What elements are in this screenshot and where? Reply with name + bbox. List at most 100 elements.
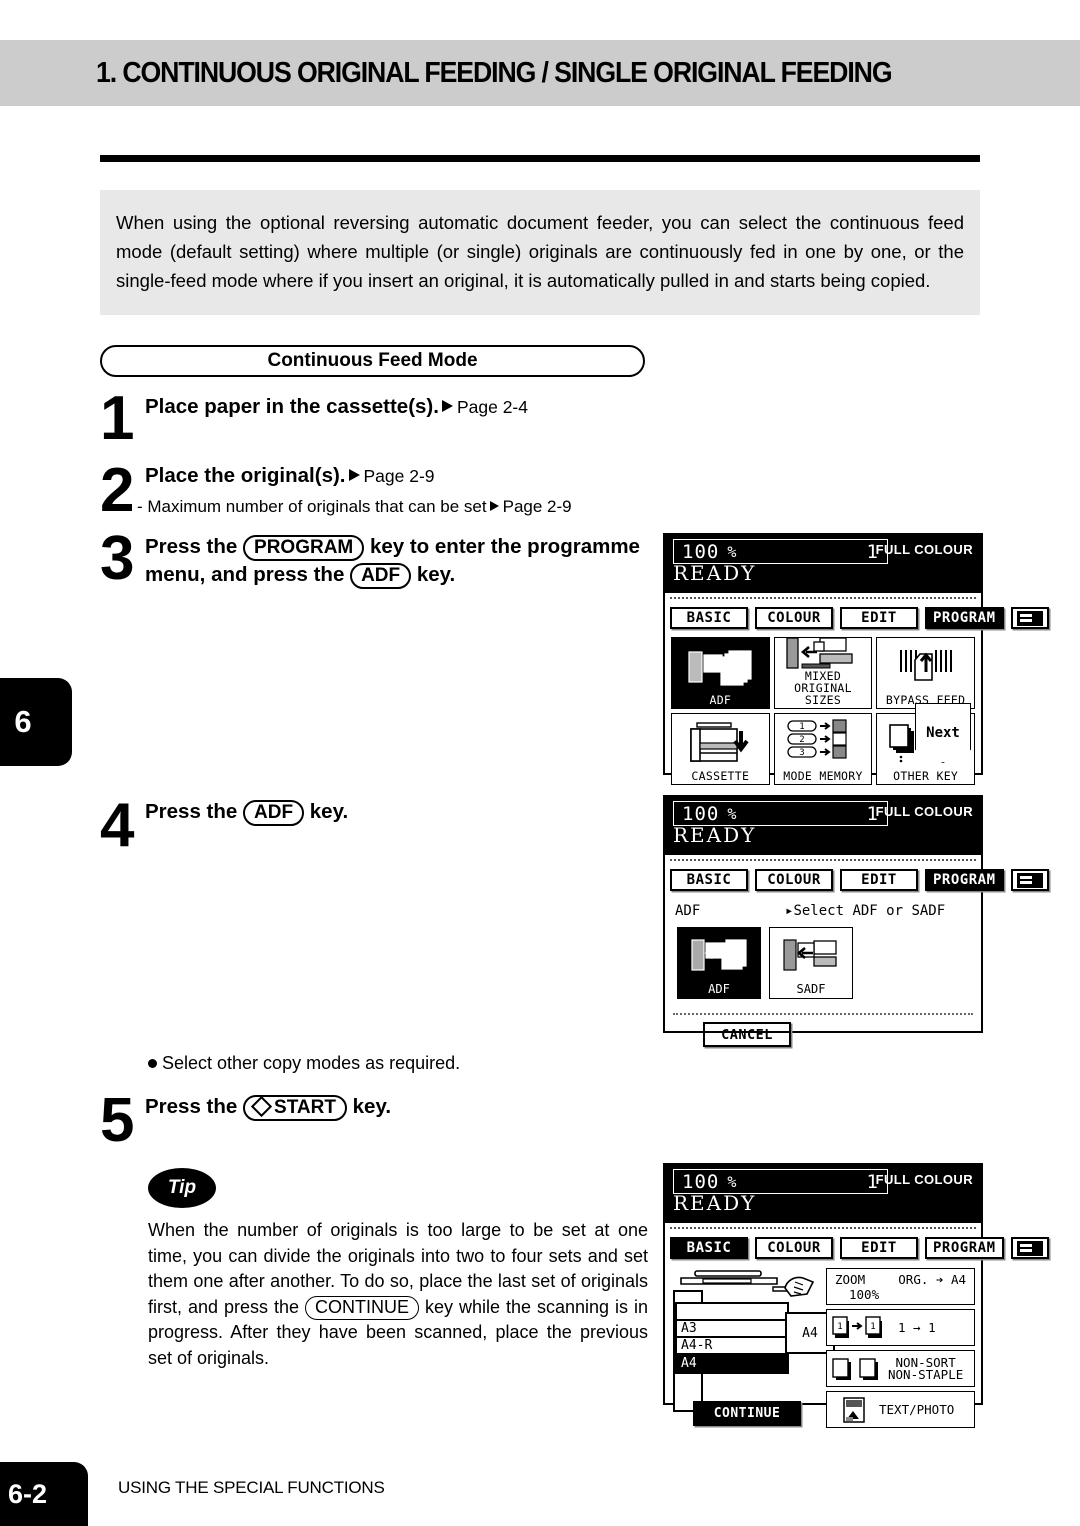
lcd-panel-program-menu[interactable]: 100 % 1 FULL COLOUR READY BASIC COLOUR E… bbox=[663, 533, 1049, 785]
lcd3-cassette-a4[interactable]: A4 bbox=[677, 1355, 787, 1372]
header-rule bbox=[100, 155, 980, 162]
lcd3-tab-row[interactable]: BASIC COLOUR EDIT PROGRAM bbox=[670, 1227, 1049, 1263]
start-key-capsule: START bbox=[243, 1095, 347, 1121]
lcd1-tab-colour[interactable]: COLOUR bbox=[755, 607, 833, 629]
start-key-label: START bbox=[274, 1097, 336, 1118]
lcd3-tab-basic[interactable]: BASIC bbox=[670, 1237, 748, 1259]
svg-text:1: 1 bbox=[837, 1322, 842, 1332]
intro-text: When using the optional reversing automa… bbox=[116, 212, 964, 291]
lcd1-button-cassette[interactable]: CASSETTE bbox=[671, 713, 770, 785]
lcd1-status-text: READY bbox=[673, 561, 757, 585]
lcd3-settings-column[interactable]: ZOOM 100% ORG. ➔ A4 1 1 1 → 1 NON-SORT N… bbox=[826, 1268, 975, 1428]
lcd-panel-adf-select[interactable]: 100 % 1 FULL COLOUR READY BASIC COLOUR E… bbox=[663, 795, 1049, 1047]
lcd1-button-bypass-feed[interactable]: BYPASS FEED bbox=[876, 637, 975, 709]
step-3-text-c: menu, and press the bbox=[145, 563, 345, 586]
lcd3-zoom-org-target: ORG. ➔ A4 bbox=[898, 1272, 966, 1287]
lcd3-tab-edit[interactable]: EDIT bbox=[840, 1237, 918, 1259]
step-5-body: Press the START key. bbox=[145, 1093, 625, 1121]
lcd1-tab-basic[interactable]: BASIC bbox=[670, 607, 748, 629]
lcd2-button-sadf[interactable]: SADF bbox=[769, 927, 853, 999]
mixed-label-line2: ORIGINAL SIZES bbox=[794, 681, 852, 707]
lcd1-percent-symbol: % bbox=[727, 542, 737, 561]
lcd3-zoom-setting[interactable]: ZOOM 100% ORG. ➔ A4 bbox=[826, 1268, 975, 1305]
lcd1-button-mode-memory[interactable]: 1 2 3 MODE MEMORY bbox=[773, 713, 873, 785]
lcd1-button-mixed-label: MIXED ORIGINAL SIZES bbox=[775, 670, 872, 706]
lcd3-main-area: A3 A4-R A4 A4 CONTINUE ZOOM 100% ORG. ➔ … bbox=[671, 1268, 975, 1428]
lcd1-tab-edit[interactable]: EDIT bbox=[840, 607, 918, 629]
step-1-number: 1 bbox=[100, 384, 135, 453]
step-2-note: - Maximum number of originals that can b… bbox=[137, 494, 677, 519]
continue-key-capsule: CONTINUE bbox=[304, 1295, 419, 1320]
step-3-text-a: Press the bbox=[145, 535, 238, 558]
lcd2-colour-mode: FULL COLOUR bbox=[875, 804, 973, 819]
arrow-icon bbox=[441, 400, 453, 412]
lcd3-cassette-a3[interactable]: A3 bbox=[677, 1321, 787, 1338]
lcd2-tab-row[interactable]: BASIC COLOUR EDIT PROGRAM bbox=[670, 859, 1049, 895]
sort-icon bbox=[832, 1357, 878, 1380]
svg-text:3: 3 bbox=[799, 748, 804, 758]
page-title: 1. CONTINUOUS ORIGINAL FEEDING / SINGLE … bbox=[96, 57, 893, 89]
lcd3-continue-button[interactable]: CONTINUE bbox=[693, 1401, 801, 1426]
mode-pill-label: Continuous Feed Mode bbox=[267, 350, 478, 371]
lcd3-finishing-setting[interactable]: NON-SORT NON-STAPLE bbox=[826, 1350, 975, 1387]
step-1-body: Place paper in the cassette(s). Page 2-4 bbox=[145, 393, 665, 420]
step-2-note-ref: Page 2-9 bbox=[502, 497, 572, 516]
lcd3-colour-mode: FULL COLOUR bbox=[875, 1172, 973, 1187]
adf-key-capsule: ADF bbox=[243, 800, 305, 826]
lcd1-colour-mode: FULL COLOUR bbox=[875, 542, 973, 557]
lcd2-button-row[interactable]: ADF SADF bbox=[677, 927, 981, 999]
lcd1-button-adf[interactable]: ADF bbox=[671, 637, 770, 709]
chapter-side-tab: 6 bbox=[0, 678, 72, 766]
lcd3-finishing-line2: NON-STAPLE bbox=[888, 1366, 964, 1382]
lcd1-button-adf-label: ADF bbox=[709, 693, 732, 707]
lcd2-tab-program[interactable]: PROGRAM bbox=[925, 869, 1004, 891]
bullet-select-copy-modes: Select other copy modes as required. bbox=[148, 1053, 460, 1074]
start-diamond-icon bbox=[250, 1095, 273, 1118]
svg-text:1: 1 bbox=[799, 722, 804, 732]
lcd2-tab-basic[interactable]: BASIC bbox=[670, 869, 748, 891]
lcd2-cancel-button[interactable]: CANCEL bbox=[703, 1022, 791, 1047]
lcd3-status-text: READY bbox=[673, 1191, 757, 1215]
lcd1-button-cassette-label: CASSETTE bbox=[691, 769, 750, 783]
lcd3-status-bar: 100 % 1 FULL COLOUR READY bbox=[665, 1165, 981, 1223]
step-2-note-text: - Maximum number of originals that can b… bbox=[137, 497, 487, 516]
intro-box: When using the optional reversing automa… bbox=[100, 190, 980, 315]
bullet-text: Select other copy modes as required. bbox=[162, 1053, 461, 1073]
tip-text: When the number of originals is too larg… bbox=[148, 1218, 648, 1371]
lcd1-tab-row[interactable]: BASIC COLOUR EDIT PROGRAM bbox=[670, 597, 1049, 633]
adf-key-capsule: ADF bbox=[350, 563, 412, 589]
keyboard-icon bbox=[1016, 1240, 1043, 1256]
lcd3-percent-symbol: % bbox=[727, 1172, 737, 1191]
lcd2-button-adf[interactable]: ADF bbox=[677, 927, 761, 999]
lcd3-tab-colour[interactable]: COLOUR bbox=[755, 1237, 833, 1259]
lcd3-duplex-value: 1 → 1 bbox=[898, 1320, 936, 1335]
step-3-number: 3 bbox=[100, 524, 135, 593]
lcd-panel-basic[interactable]: 100 % 1 FULL COLOUR READY BASIC COLOUR E… bbox=[663, 1163, 1049, 1428]
step-5-number: 5 bbox=[100, 1086, 135, 1155]
lcd3-zoom-ratio: 100 bbox=[682, 1170, 720, 1193]
lcd2-keyboard-button[interactable] bbox=[1010, 869, 1049, 891]
lcd3-machine-diagram[interactable]: A3 A4-R A4 A4 CONTINUE bbox=[671, 1268, 835, 1428]
lcd3-keyboard-button[interactable] bbox=[1010, 1237, 1049, 1259]
step-5-text-a: Press the bbox=[145, 1095, 238, 1118]
svg-text:2: 2 bbox=[799, 735, 804, 745]
step-2-title: Place the original(s). bbox=[145, 464, 346, 487]
lcd2-tab-colour[interactable]: COLOUR bbox=[755, 869, 833, 891]
lcd3-original-mode-setting[interactable]: TEXT/PHOTO bbox=[826, 1391, 975, 1428]
lcd2-tab-edit[interactable]: EDIT bbox=[840, 869, 918, 891]
lcd1-keyboard-button[interactable] bbox=[1010, 607, 1049, 629]
lcd3-zoom-value: 100% bbox=[849, 1287, 880, 1302]
duplex-icon: 1 1 bbox=[832, 1315, 882, 1338]
lcd3-tab-program[interactable]: PROGRAM bbox=[925, 1237, 1004, 1259]
lcd1-tab-program[interactable]: PROGRAM bbox=[925, 607, 1004, 629]
footer-page-tab: 6-2 bbox=[0, 1462, 88, 1526]
chapter-number: 6 bbox=[14, 704, 32, 739]
lcd3-duplex-setting[interactable]: 1 1 1 → 1 bbox=[826, 1309, 975, 1346]
lcd3-cassette-list[interactable]: A3 A4-R A4 bbox=[675, 1302, 789, 1374]
arrow-icon bbox=[489, 501, 499, 511]
step-4-body: Press the ADF key. bbox=[145, 798, 625, 826]
lcd3-cassette-0[interactable] bbox=[677, 1304, 787, 1321]
step-3-body: Press the PROGRAM key to enter the progr… bbox=[145, 533, 660, 589]
lcd1-button-mixed-original-sizes[interactable]: MIXED ORIGINAL SIZES bbox=[773, 637, 873, 709]
lcd3-cassette-a4r[interactable]: A4-R bbox=[677, 1338, 787, 1355]
